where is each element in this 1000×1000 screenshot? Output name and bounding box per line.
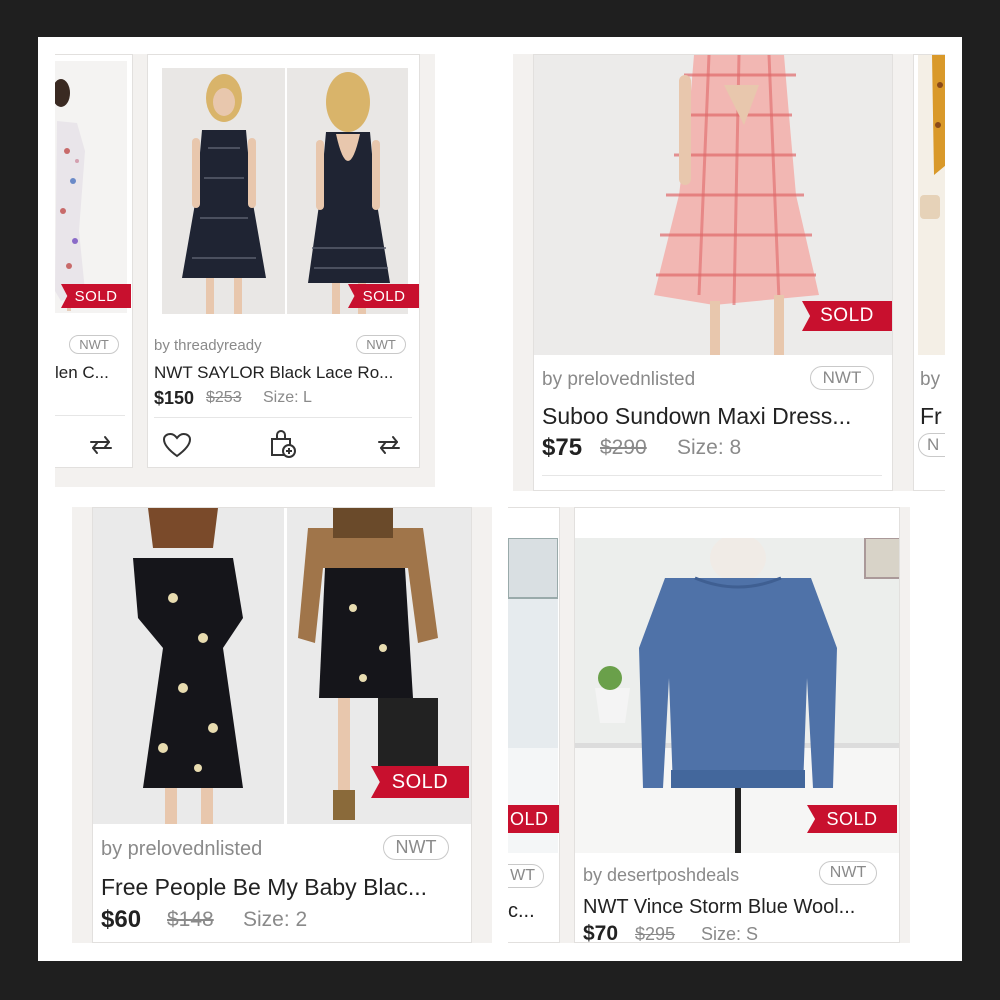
- listing-title[interactable]: NWT Vince Storm Blue Wool...: [583, 896, 895, 919]
- nwt-badge: NWT: [356, 335, 406, 354]
- screenshot-top-right: SOLD by prelovednlisted NWT Suboo Sundow…: [513, 54, 945, 491]
- listing-photo[interactable]: [918, 55, 945, 355]
- heart-icon[interactable]: [158, 427, 196, 463]
- seller-name[interactable]: by threadyready: [154, 337, 262, 354]
- listing-title[interactable]: Fr: [920, 403, 942, 430]
- original-price: $253: [206, 389, 242, 406]
- listing-price: $60: [101, 906, 142, 933]
- black-lace-dress-photo: [162, 68, 408, 314]
- yellow-floral-dress-photo: [918, 55, 945, 355]
- listing-title[interactable]: Free People Be My Baby Blac...: [101, 874, 467, 901]
- seller-name[interactable]: by prelovednlisted: [101, 838, 262, 861]
- screenshot-bottom-right: OLD WT c... SOLD by desertposhdeals NWT …: [508, 507, 910, 943]
- listing-title[interactable]: c...: [508, 900, 535, 923]
- original-price: $290: [600, 436, 647, 459]
- listing-card-saylor[interactable]: SOLD by threadyready NWT NWT SAYLOR Blac…: [147, 54, 420, 468]
- listing-price: $75: [542, 434, 583, 461]
- listing-title[interactable]: len C...: [55, 363, 109, 383]
- listing-size: Size: 2: [243, 908, 308, 931]
- listing-card-free-people[interactable]: SOLD by prelovednlisted NWT Free People …: [92, 507, 472, 943]
- listing-card-suboo[interactable]: SOLD by prelovednlisted NWT Suboo Sundow…: [533, 54, 893, 491]
- original-price: $148: [167, 908, 214, 931]
- listing-price: $70: [583, 922, 619, 943]
- original-price: $295: [635, 924, 676, 943]
- bundle-icon[interactable]: [264, 425, 302, 463]
- listing-size: Size: L: [263, 389, 312, 406]
- listing-card-vince[interactable]: SOLD by desertposhdeals NWT NWT Vince St…: [574, 507, 900, 943]
- listing-photo[interactable]: [162, 68, 408, 314]
- listing-title[interactable]: NWT SAYLOR Black Lace Ro...: [154, 363, 416, 383]
- nwt-badge: N: [918, 433, 945, 457]
- nwt-badge: NWT: [810, 366, 874, 390]
- listing-size: Size: 8: [677, 436, 742, 459]
- sold-badge: SOLD: [802, 301, 892, 331]
- sold-badge: SOLD: [61, 284, 131, 308]
- share-icon[interactable]: [83, 427, 119, 463]
- nwt-badge: NWT: [69, 335, 119, 354]
- listing-card-partial-right[interactable]: by Fr N: [913, 54, 945, 491]
- nwt-badge: NWT: [819, 861, 877, 885]
- seller-name[interactable]: by: [920, 369, 940, 391]
- nwt-badge: WT: [508, 864, 544, 888]
- sold-badge: SOLD: [807, 805, 897, 833]
- listing-card-partial-left[interactable]: SOLD NWT len C...: [55, 54, 133, 468]
- sold-badge: SOLD: [371, 766, 469, 798]
- divider: [542, 475, 882, 476]
- listing-card-partial-left[interactable]: OLD WT c...: [508, 507, 560, 943]
- screenshot-bottom-left: SOLD by prelovednlisted NWT Free People …: [72, 507, 492, 943]
- collage-frame: SOLD NWT len C... SOLD by threadyready N…: [38, 37, 962, 961]
- listing-title[interactable]: Suboo Sundown Maxi Dress...: [542, 403, 887, 430]
- divider: [154, 417, 412, 418]
- share-icon[interactable]: [370, 427, 408, 463]
- seller-name[interactable]: by desertposhdeals: [583, 865, 739, 886]
- listing-price: $150: [154, 388, 195, 408]
- divider: [55, 415, 125, 416]
- seller-name[interactable]: by prelovednlisted: [542, 369, 695, 391]
- listing-photo[interactable]: [55, 61, 127, 313]
- sold-badge: OLD: [508, 805, 559, 833]
- sold-badge: SOLD: [348, 284, 419, 308]
- nwt-badge: NWT: [383, 835, 449, 860]
- listing-size: Size: S: [701, 924, 759, 943]
- floral-dress-photo: [55, 61, 127, 313]
- screenshot-top-left: SOLD NWT len C... SOLD by threadyready N…: [55, 54, 435, 487]
